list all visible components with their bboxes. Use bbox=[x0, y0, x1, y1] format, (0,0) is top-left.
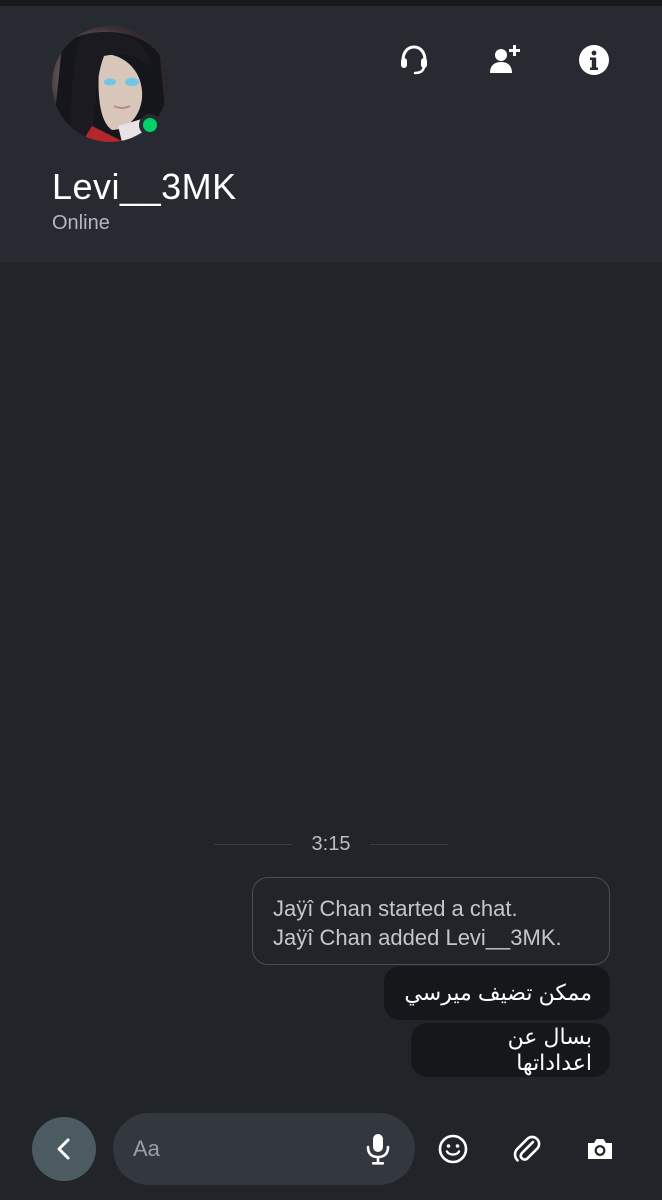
camera-button[interactable] bbox=[580, 1129, 620, 1169]
message-text: بسال عن اعداداتها bbox=[507, 1024, 592, 1075]
contact-name: Levi__3MK bbox=[52, 166, 237, 207]
mic-icon bbox=[366, 1134, 390, 1165]
system-message-line: Jaÿî Chan started a chat. bbox=[273, 896, 518, 921]
system-message-line: Jaÿî Chan added Levi__3MK. bbox=[273, 925, 562, 950]
divider-line bbox=[370, 843, 448, 845]
message-input[interactable] bbox=[133, 1113, 353, 1185]
emoji-button[interactable] bbox=[433, 1129, 473, 1169]
online-indicator bbox=[139, 114, 161, 136]
system-message: Jaÿî Chan started a chat. Jaÿî Chan adde… bbox=[252, 877, 610, 965]
message-bubble[interactable]: بسال عن اعداداتها bbox=[411, 1023, 610, 1077]
time-divider-label: 3:15 bbox=[311, 832, 351, 855]
time-divider: 3:15 bbox=[214, 830, 448, 858]
chat-header: Levi__3MK Online bbox=[0, 6, 662, 262]
info-button[interactable] bbox=[572, 38, 616, 82]
add-person-icon bbox=[490, 45, 520, 73]
emoji-icon bbox=[438, 1134, 468, 1164]
message-text: ممكن تضيف ميرسي bbox=[404, 980, 592, 1005]
back-button[interactable] bbox=[32, 1117, 96, 1181]
divider-line bbox=[214, 843, 292, 845]
message-bubble[interactable]: ممكن تضيف ميرسي bbox=[384, 966, 610, 1020]
camera-icon bbox=[588, 1139, 612, 1159]
add-member-button[interactable] bbox=[482, 38, 526, 82]
info-icon bbox=[579, 45, 609, 75]
message-composer[interactable] bbox=[113, 1113, 415, 1185]
voice-button[interactable] bbox=[361, 1131, 395, 1167]
contact-status: Online bbox=[52, 212, 110, 234]
call-button[interactable] bbox=[392, 38, 436, 82]
attach-button[interactable] bbox=[507, 1129, 547, 1169]
chevron-left-icon bbox=[57, 1138, 70, 1160]
paperclip-icon bbox=[513, 1135, 541, 1162]
headset-icon bbox=[401, 45, 427, 75]
